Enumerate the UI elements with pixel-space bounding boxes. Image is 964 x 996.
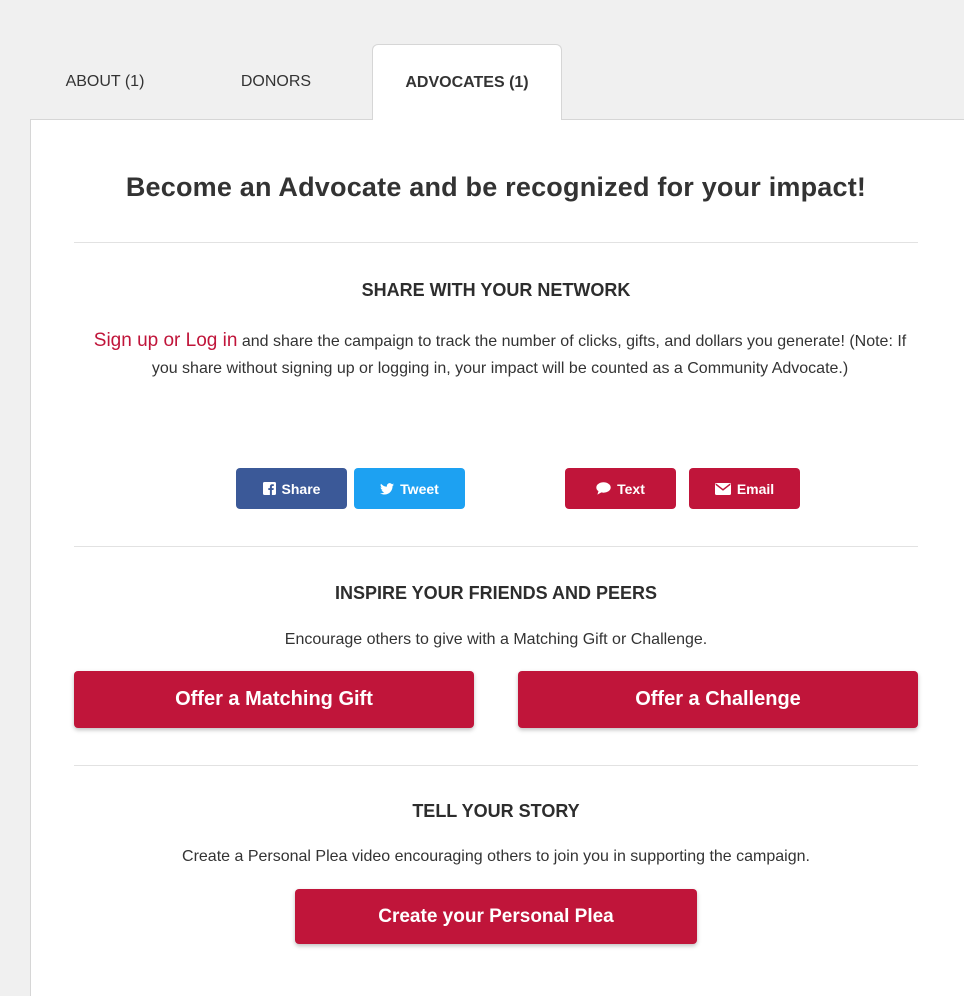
text-share-button[interactable]: Text <box>565 468 676 509</box>
divider <box>74 546 918 547</box>
tab-donors[interactable]: DONORS <box>180 44 372 120</box>
create-personal-plea-button[interactable]: Create your Personal Plea <box>295 889 697 944</box>
twitter-tweet-button[interactable]: Tweet <box>354 468 465 509</box>
offer-challenge-button[interactable]: Offer a Challenge <box>518 671 918 728</box>
facebook-share-button[interactable]: Share <box>236 468 347 509</box>
divider <box>74 242 918 243</box>
advocates-panel: Become an Advocate and be recognized for… <box>30 119 964 996</box>
inspire-section-title: INSPIRE YOUR FRIENDS AND PEERS <box>334 583 658 603</box>
facebook-share-label: Share <box>281 480 321 497</box>
offer-matching-gift-button[interactable]: Offer a Matching Gift <box>74 671 474 728</box>
twitter-icon <box>380 482 395 495</box>
tab-about[interactable]: ABOUT (1) <box>30 44 180 120</box>
page-title: Become an Advocate and be recognized for… <box>125 172 867 202</box>
email-share-button[interactable]: Email <box>689 468 800 509</box>
share-section-title: SHARE WITH YOUR NETWORK <box>361 280 631 300</box>
share-description-text: and share the campaign to track the numb… <box>151 333 907 377</box>
email-share-label: Email <box>736 480 775 497</box>
text-share-label: Text <box>617 480 645 497</box>
share-description: Sign up or Log in and share the campaign… <box>91 327 909 382</box>
tab-advocates[interactable]: ADVOCATES (1) <box>372 44 562 120</box>
facebook-icon <box>262 482 276 495</box>
inspire-description: Encourage others to give with a Matching… <box>284 631 708 648</box>
chat-bubble-icon <box>596 482 611 495</box>
divider <box>74 765 918 766</box>
envelope-icon <box>714 482 731 495</box>
tab-bar: ABOUT (1) DONORS ADVOCATES (1) <box>30 44 562 120</box>
twitter-tweet-label: Tweet <box>400 480 439 497</box>
story-description: Create a Personal Plea video encouraging… <box>182 848 810 865</box>
story-section-title: TELL YOUR STORY <box>412 801 580 821</box>
login-link[interactable]: Sign up or Log in <box>94 330 238 351</box>
